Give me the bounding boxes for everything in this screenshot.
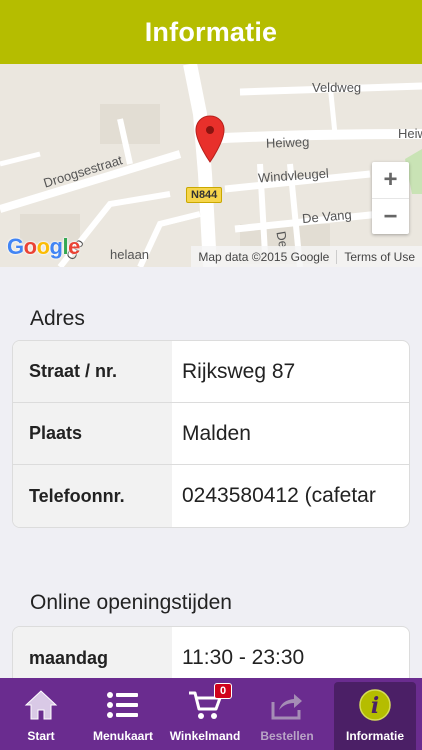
share-icon xyxy=(267,686,307,724)
tab-bar: Start Menukaart 0 Winkelmand Bestellen i… xyxy=(0,678,422,750)
street-label-heiw: Heiw xyxy=(398,126,422,141)
tab-informatie[interactable]: i Informatie xyxy=(334,682,416,750)
terms-of-use-link[interactable]: Terms of Use xyxy=(336,249,422,264)
road-shield-n844: N844 xyxy=(186,187,223,203)
tab-winkelmand[interactable]: 0 Winkelmand xyxy=(164,678,246,750)
map-view[interactable]: Veldweg Heiweg Heiw Droogsestraat Windvl… xyxy=(0,64,422,267)
tab-label: Winkelmand xyxy=(169,729,241,743)
location-marker-icon[interactable] xyxy=(195,114,225,164)
svg-text:i: i xyxy=(371,693,379,719)
street-label-laan: helaan xyxy=(110,247,150,262)
table-row: Straat / nr. Rijksweg 87 xyxy=(13,341,409,403)
tab-label: Menukaart xyxy=(92,729,154,743)
section-title-opening: Online openingstijden xyxy=(30,591,232,614)
map-attribution: Map data ©2015 Google xyxy=(198,249,330,264)
tab-start[interactable]: Start xyxy=(0,678,82,750)
zoom-controls: + − xyxy=(372,162,409,234)
tab-menukaart[interactable]: Menukaart xyxy=(82,678,164,750)
tab-bestellen[interactable]: Bestellen xyxy=(246,678,328,750)
street-label-veldweg: Veldweg xyxy=(312,80,362,95)
map-attribution-bar: Map data ©2015 Google Terms of Use xyxy=(191,246,422,267)
address-card: Straat / nr. Rijksweg 87 Plaats Malden T… xyxy=(12,340,410,528)
row-value: Rijksweg 87 xyxy=(182,359,296,383)
row-value: Malden xyxy=(182,421,251,445)
tab-label: Informatie xyxy=(345,729,404,743)
table-row[interactable]: Telefoonnr. 0243580412 (cafetar xyxy=(13,465,409,527)
table-row: Plaats Malden xyxy=(13,403,409,465)
tab-label: Bestellen xyxy=(260,729,314,743)
header-bar: Informatie xyxy=(0,0,422,64)
row-label: Straat / nr. xyxy=(13,341,172,402)
info-icon: i xyxy=(355,686,395,724)
page-title: Informatie xyxy=(144,16,278,47)
street-label-heiweg: Heiweg xyxy=(265,134,310,151)
google-logo: Google xyxy=(7,234,80,259)
tab-label: Start xyxy=(27,729,55,743)
phone-value[interactable]: 0243580412 (cafetar xyxy=(172,465,409,527)
list-icon xyxy=(103,686,143,724)
zoom-in-button[interactable]: + xyxy=(372,162,409,198)
zoom-out-button[interactable]: − xyxy=(372,198,409,234)
row-label: Telefoonnr. xyxy=(13,465,172,527)
cart-count-badge: 0 xyxy=(214,683,233,699)
row-label: Plaats xyxy=(13,403,172,464)
section-title-adres: Adres xyxy=(30,307,85,330)
home-icon xyxy=(21,686,61,724)
